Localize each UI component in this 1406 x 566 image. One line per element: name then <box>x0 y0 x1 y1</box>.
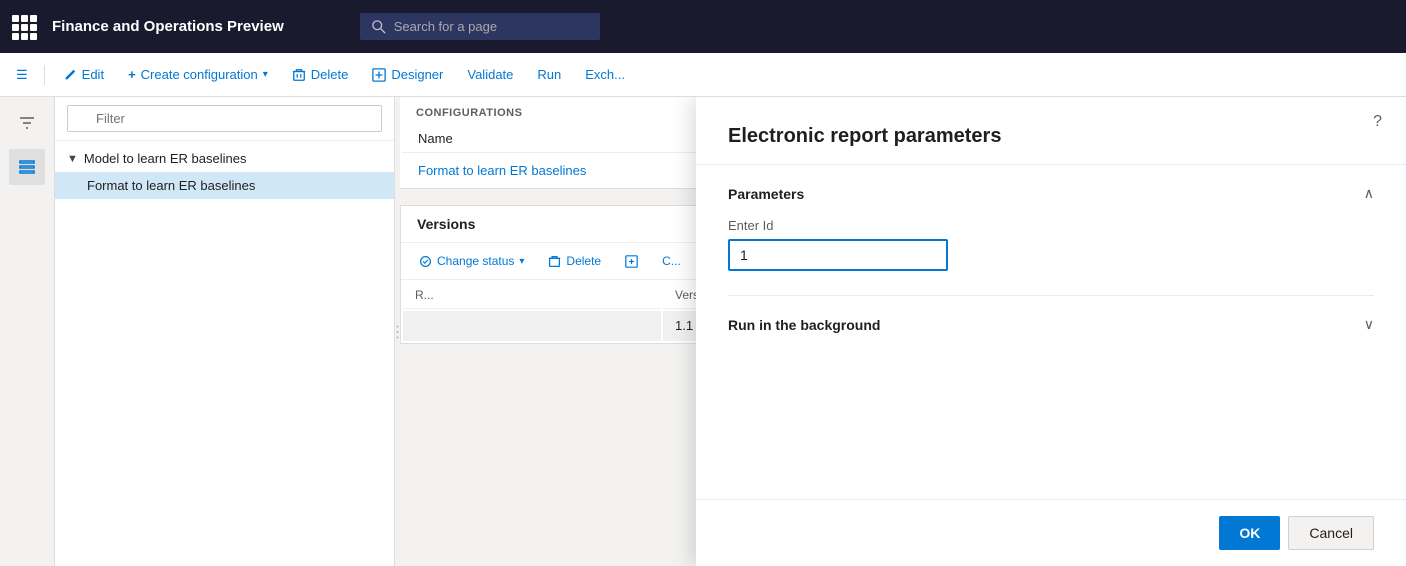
delete-button[interactable]: Delete <box>282 62 359 87</box>
versions-c-btn[interactable]: C... <box>652 249 691 273</box>
filter-input[interactable] <box>67 105 382 132</box>
validate-button[interactable]: Validate <box>457 62 523 87</box>
app-grid-icon[interactable] <box>12 15 36 39</box>
enter-id-input[interactable] <box>728 239 948 271</box>
edit-button[interactable]: Edit <box>53 62 114 87</box>
delete-icon <box>292 68 306 82</box>
background-expand-icon: ∨ <box>1364 316 1374 333</box>
search-placeholder: Search for a page <box>394 19 497 34</box>
versions-extra-btn[interactable] <box>615 250 648 273</box>
hamburger-button[interactable]: ☰ <box>8 62 36 88</box>
background-section-header[interactable]: Run in the background ∨ <box>728 312 1374 337</box>
designer-button[interactable]: Designer <box>362 62 453 87</box>
enter-id-label: Enter Id <box>728 218 1374 233</box>
background-section: Run in the background ∨ <box>728 296 1374 353</box>
dropdown-chevron-icon: ▾ <box>263 69 268 80</box>
tree-list: ▼ Model to learn ER baselines Format to … <box>55 141 394 566</box>
search-bar[interactable]: Search for a page <box>360 13 600 40</box>
background-section-title: Run in the background <box>728 317 880 333</box>
dialog-body: Parameters ∧ Enter Id Run in the backgro… <box>696 165 1406 499</box>
nav-sidebar-icon[interactable] <box>9 149 45 185</box>
designer-icon <box>372 68 386 82</box>
parameters-section: Parameters ∧ Enter Id <box>728 165 1374 296</box>
ok-button[interactable]: OK <box>1219 516 1280 550</box>
electronic-report-dialog: Electronic report parameters ? Parameter… <box>696 97 1406 566</box>
plus-icon: + <box>128 67 136 82</box>
tree-chevron-icon: ▼ <box>67 153 78 165</box>
cancel-button[interactable]: Cancel <box>1288 516 1374 550</box>
parameters-collapse-icon: ∧ <box>1364 185 1374 202</box>
toolbar-separator-1 <box>44 65 45 85</box>
main-toolbar: ☰ Edit + Create configuration ▾ Delete D… <box>0 53 1406 97</box>
tree-item-child-label: Format to learn ER baselines <box>87 178 255 193</box>
search-icon <box>372 20 386 34</box>
change-status-button[interactable]: Change status ▾ <box>409 249 534 273</box>
app-title: Finance and Operations Preview <box>52 18 284 35</box>
top-nav: Finance and Operations Preview Search fo… <box>0 0 1406 53</box>
dialog-header: Electronic report parameters <box>696 97 1406 165</box>
run-button[interactable]: Run <box>527 62 571 87</box>
create-configuration-button[interactable]: + Create configuration ▾ <box>118 62 278 87</box>
dialog-footer: OK Cancel <box>696 499 1406 566</box>
tree-item-label: Model to learn ER baselines <box>84 151 247 166</box>
versions-delete-button[interactable]: Delete <box>538 249 611 273</box>
edit-icon <box>63 68 77 82</box>
enter-id-field: Enter Id <box>728 206 1374 279</box>
versions-c-label: C... <box>662 254 681 268</box>
version-col-r: R... <box>403 282 661 309</box>
filter-sidebar-icon[interactable] <box>9 105 45 141</box>
parameters-section-title: Parameters <box>728 186 804 202</box>
versions-extra-icon <box>625 255 638 268</box>
filter-box: 🔍 <box>55 97 394 141</box>
parameters-section-header[interactable]: Parameters ∧ <box>728 181 1374 206</box>
exchange-button[interactable]: Exch... <box>575 62 635 87</box>
left-sidebar <box>0 97 55 566</box>
change-status-icon <box>419 255 432 268</box>
dialog-title: Electronic report parameters <box>728 125 1374 148</box>
versions-delete-icon <box>548 255 561 268</box>
hamburger-icon: ☰ <box>16 67 28 83</box>
help-icon[interactable]: ? <box>1373 113 1382 131</box>
change-status-chevron: ▾ <box>519 256 524 267</box>
version-cell-r <box>403 311 661 341</box>
left-panel: 🔍 ▼ Model to learn ER baselines Format t… <box>55 97 395 566</box>
main-area: 🔍 ▼ Model to learn ER baselines Format t… <box>0 97 1406 566</box>
tree-item-model[interactable]: ▼ Model to learn ER baselines <box>55 145 394 172</box>
tree-item-format[interactable]: Format to learn ER baselines <box>55 172 394 199</box>
